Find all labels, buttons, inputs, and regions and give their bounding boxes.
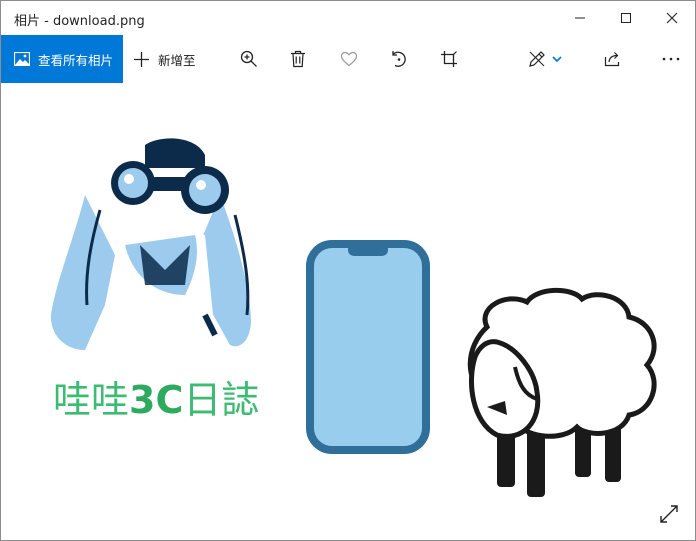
image-icon: [14, 52, 30, 66]
crop-button[interactable]: [437, 47, 461, 71]
phone-illustration: [306, 240, 430, 454]
edit-icon: [529, 51, 545, 67]
plus-icon: [134, 51, 149, 67]
favorite-button[interactable]: [337, 47, 361, 71]
add-to-button[interactable]: 新增至: [133, 35, 196, 83]
edit-create-dropdown[interactable]: [547, 47, 567, 71]
fullscreen-button[interactable]: [657, 502, 681, 526]
minimize-button[interactable]: [557, 1, 603, 35]
minimize-icon: [575, 17, 585, 19]
chevron-down-icon: [552, 55, 562, 62]
title-bar: 相片 - download.png: [1, 1, 695, 35]
window-title: 相片 - download.png: [14, 14, 145, 29]
share-icon: [604, 52, 620, 67]
toolbar: 查看所有相片 新增至: [1, 35, 695, 83]
logo-text: 哇哇3C日誌: [53, 369, 259, 424]
edit-create-button[interactable]: [525, 47, 549, 71]
zoom-icon: [240, 50, 257, 67]
share-button[interactable]: [601, 47, 625, 71]
rotate-icon: [392, 51, 406, 67]
favorite-icon: [340, 51, 358, 67]
rotate-button[interactable]: [387, 47, 411, 71]
image-viewer[interactable]: 哇哇3C日誌: [1, 83, 695, 540]
zoom-button[interactable]: [237, 47, 261, 71]
binocular-man-illustration: [50, 138, 251, 350]
close-icon: [666, 12, 678, 24]
delete-icon: [291, 50, 305, 68]
maximize-button[interactable]: [603, 1, 649, 35]
maximize-icon: [621, 13, 631, 23]
logo-text-part2: 3C: [129, 378, 184, 422]
close-button[interactable]: [649, 1, 695, 35]
sheep-illustration: [467, 287, 657, 497]
view-all-photos-label: 查看所有相片: [38, 52, 114, 68]
photos-window: 相片 - download.png 查看所有相片 新增至 哇哇3C日誌: [0, 0, 696, 541]
delete-button[interactable]: [286, 47, 310, 71]
more-icon: [662, 57, 680, 61]
logo-text-part3: 日誌: [183, 378, 260, 422]
logo-text-part1: 哇哇: [53, 378, 130, 422]
more-button[interactable]: [659, 47, 683, 71]
crop-icon: [441, 51, 457, 67]
add-to-label: 新增至: [158, 52, 196, 68]
fullscreen-icon: [660, 505, 678, 523]
view-all-photos-button[interactable]: 查看所有相片: [1, 35, 123, 83]
